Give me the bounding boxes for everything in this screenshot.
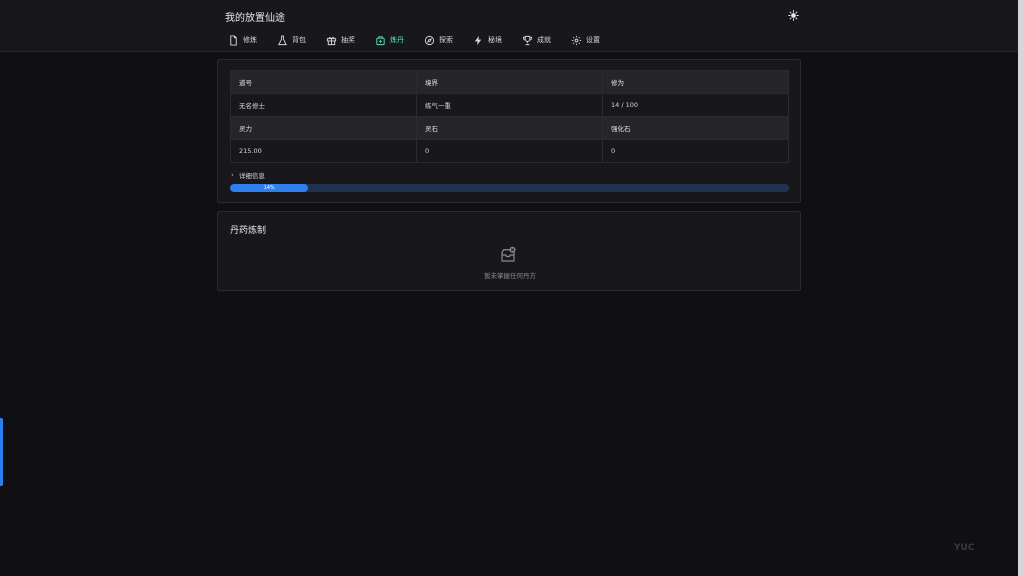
compass-icon: [424, 35, 435, 46]
table-header-cell: 境界: [416, 70, 603, 94]
nav-label: 抽奖: [341, 36, 355, 44]
table-row: 道号 境界 修为: [230, 70, 789, 94]
table-row: 灵力 灵石 强化石: [230, 116, 789, 140]
flask-icon: [277, 34, 288, 46]
empty-box-icon: [499, 246, 517, 264]
nav-item-cultivate[interactable]: 修炼: [228, 33, 257, 47]
table-header-cell: 道号: [230, 70, 417, 94]
nav-item-secret-realm[interactable]: 秘境: [473, 33, 502, 47]
nav-item-alchemy[interactable]: 炼丹: [375, 33, 404, 47]
side-drawer-tab[interactable]: [0, 418, 3, 486]
document-icon: [228, 34, 239, 46]
progress-label: 14%: [263, 185, 275, 191]
lightning-icon: [473, 35, 484, 46]
table-header-cell: 灵石: [416, 116, 603, 140]
table-cell: 练气一重: [416, 93, 603, 117]
alchemy-card: 丹药炼制 暂未掌握任何丹方: [217, 211, 801, 291]
cauldron-icon: [375, 35, 386, 46]
nav-item-lottery[interactable]: 抽奖: [326, 33, 355, 47]
main-nav: 修炼 背包 抽奖 炼丹 探索 秘境 成就 设置: [228, 33, 620, 47]
app-title: 我的放置仙途: [225, 13, 285, 24]
nav-label: 背包: [292, 36, 306, 44]
table-header-cell: 灵力: [230, 116, 417, 140]
trophy-icon: [522, 35, 533, 46]
table-cell: 14 / 100: [602, 93, 789, 117]
cultivation-progress-bar: 14%: [230, 184, 789, 192]
progress-fill: 14%: [230, 184, 309, 192]
nav-label: 探索: [439, 36, 453, 44]
watermark-logo: YUC: [954, 543, 975, 553]
nav-item-explore[interactable]: 探索: [424, 33, 453, 47]
nav-label: 设置: [586, 36, 600, 44]
gear-icon: [571, 35, 582, 46]
alchemy-title: 丹药炼制: [230, 226, 267, 236]
table-row: 无名修士 练气一重 14 / 100: [230, 93, 789, 117]
nav-item-inventory[interactable]: 背包: [277, 33, 306, 47]
scrollbar[interactable]: [1018, 0, 1024, 576]
table-row: 215.00 0 0: [230, 139, 789, 163]
nav-label: 秘境: [488, 36, 502, 44]
empty-state-text: 暂未掌握任何丹方: [484, 272, 536, 280]
chevron-right-icon: ›: [231, 171, 234, 179]
table-header-cell: 强化石: [602, 116, 789, 140]
status-card: 道号 境界 修为 无名修士 练气一重 14 / 100 灵力 灵石 强化石 21…: [217, 59, 801, 203]
nav-label: 炼丹: [390, 36, 404, 44]
details-label: 详细信息: [238, 172, 265, 180]
table-cell: 0: [602, 139, 789, 163]
nav-label: 成就: [537, 36, 551, 44]
gift-icon: [326, 35, 337, 46]
nav-item-settings[interactable]: 设置: [571, 33, 600, 47]
table-cell: 215.00: [230, 139, 417, 163]
nav-item-achievements[interactable]: 成就: [522, 33, 551, 47]
table-header-cell: 修为: [602, 70, 789, 94]
details-toggle[interactable]: › 详细信息: [231, 170, 265, 180]
nav-label: 修炼: [243, 36, 257, 44]
sun-icon[interactable]: [786, 8, 800, 22]
stats-table: 道号 境界 修为 无名修士 练气一重 14 / 100 灵力 灵石 强化石 21…: [230, 70, 789, 163]
app-header: 我的放置仙途 修炼 背包 抽奖 炼丹 探索 秘境 成就 设置: [0, 0, 1018, 52]
table-cell: 0: [416, 139, 603, 163]
table-cell: 无名修士: [230, 93, 417, 117]
